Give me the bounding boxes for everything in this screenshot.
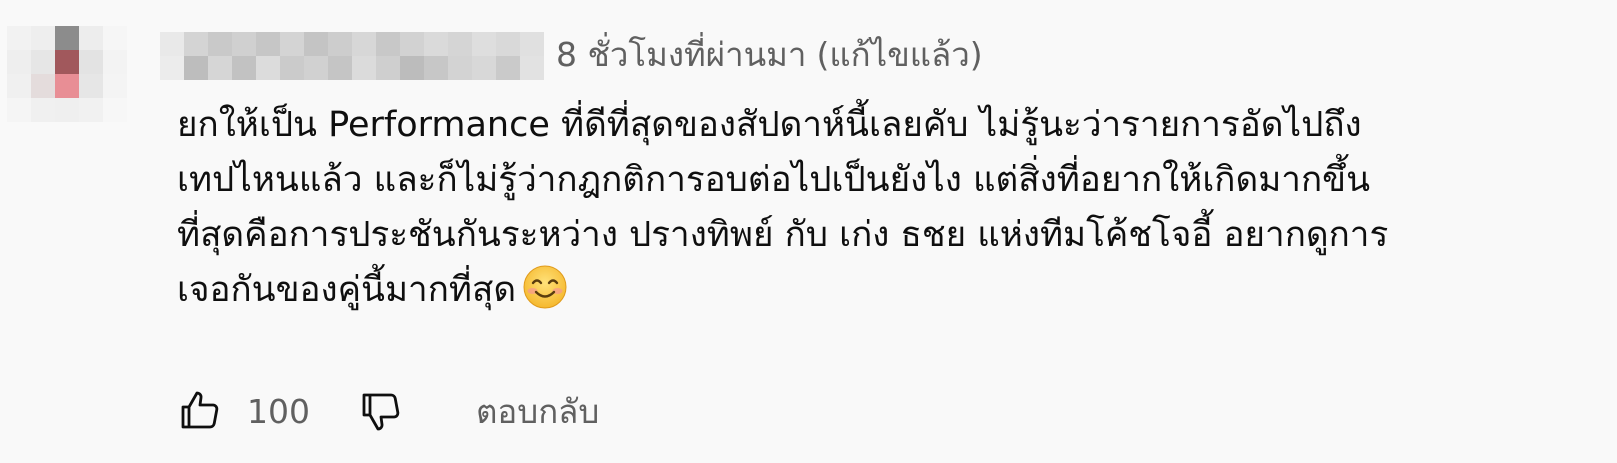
like-button[interactable] <box>175 385 227 437</box>
comment-text-line: เจอกันของคู่นี้มากที่สุด <box>177 270 517 310</box>
comment-text-line: ยกให้เป็น Performance ที่ดีที่สุดของสัปด… <box>177 105 1362 145</box>
thumbs-down-icon <box>362 393 400 431</box>
edited-label: (แก้ไขแล้ว) <box>816 35 983 74</box>
thumbs-up-icon <box>181 391 219 429</box>
author-name-censored[interactable] <box>160 32 544 80</box>
reply-button[interactable]: ตอบกลับ <box>476 385 599 438</box>
dislike-button[interactable] <box>356 385 408 437</box>
comment-timestamp[interactable]: 8 ชั่วโมงที่ผ่านมา <box>556 35 806 74</box>
comment-text-line-last: เจอกันของคู่นี้มากที่สุด <box>177 263 1602 318</box>
comment-text-line: ที่สุดคือการประชันกันระหว่าง ปรางทิพย์ ก… <box>177 215 1389 255</box>
comment-actions: 100 ตอบกลับ <box>175 384 599 438</box>
comment-thread: 8 ชั่วโมงที่ผ่านมา (แก้ไขแล้ว) ยกให้เป็น … <box>0 0 1617 463</box>
avatar[interactable] <box>7 26 127 146</box>
smiling-face-emoji <box>523 265 567 309</box>
comment-text: ยกให้เป็น Performance ที่ดีที่สุดของสัปด… <box>177 98 1602 318</box>
like-count: 100 <box>247 391 310 431</box>
comment-meta: 8 ชั่วโมงที่ผ่านมา (แก้ไขแล้ว) <box>556 30 983 80</box>
comment-text-line: เทปไหนแล้ว และก็ไม่รู้ว่ากฎกติการอบต่อไป… <box>177 160 1370 200</box>
